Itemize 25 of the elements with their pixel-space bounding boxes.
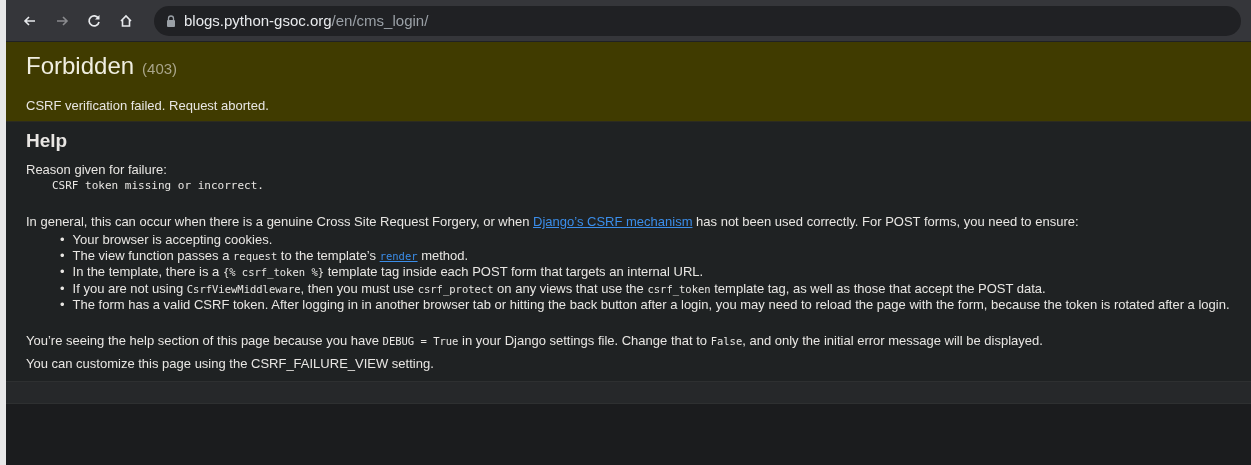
home-icon: [118, 12, 134, 29]
bullet: •: [60, 280, 65, 296]
status-code: (403): [142, 60, 178, 77]
help-paragraph: In general, this can occur when there is a genuine Cross Site Request Forgery, or when Django’s CSRF mechanism has not been used correctly. For POST forms, you need to ensure:: [26, 214, 1080, 229]
help-note: You’re seeing the help section of this page because you have DEBUG = True in your Django settings file. Change that to False, and only the initial error message will be displayed.: [26, 332, 1044, 348]
reload-icon: [86, 12, 102, 29]
help-heading: Help: [26, 130, 69, 152]
docs-link[interactable]: Django’s CSRF mechanism: [533, 214, 693, 229]
lock-icon: [166, 14, 176, 27]
address-bar[interactable]: blogs.python-gsoc.org/en/cms_login/: [154, 5, 1241, 36]
requirement-item: If you are not using CsrfViewMiddleware, then you must use csrf_protect on any views that use the csrf_token template tag, as well as those that accept the POST data.: [72, 280, 1046, 297]
help-note: You can customize this page using the CSRF_FAILURE_VIEW setting.: [26, 355, 435, 371]
requirement-item: Your browser is accepting cookies.: [72, 232, 273, 248]
bullet: •: [60, 264, 65, 280]
requirement-item: The view function passes a request to the template’s render method.: [72, 247, 469, 264]
requirement-item: In the template, there is a {% csrf_token %} template tag inside each POST form that targets an internal URL.: [72, 264, 704, 281]
render-link[interactable]: render: [379, 249, 418, 262]
reason-label: Reason given for failure:: [26, 162, 168, 177]
bullet: •: [60, 297, 65, 313]
bullet: •: [60, 247, 65, 263]
error-message: CSRF verification failed. Request aborted.: [26, 98, 270, 113]
error-title: Forbidden: [26, 52, 135, 80]
reason-text: CSRF token missing or incorrect.: [52, 179, 265, 192]
requirement-item: The form has a valid CSRF token. After logging in in another browser tab or hitting the back button after a login, you may need to reload the page with the form, because the token is rotated after a login.: [72, 297, 1230, 313]
bullet: •: [60, 232, 65, 248]
